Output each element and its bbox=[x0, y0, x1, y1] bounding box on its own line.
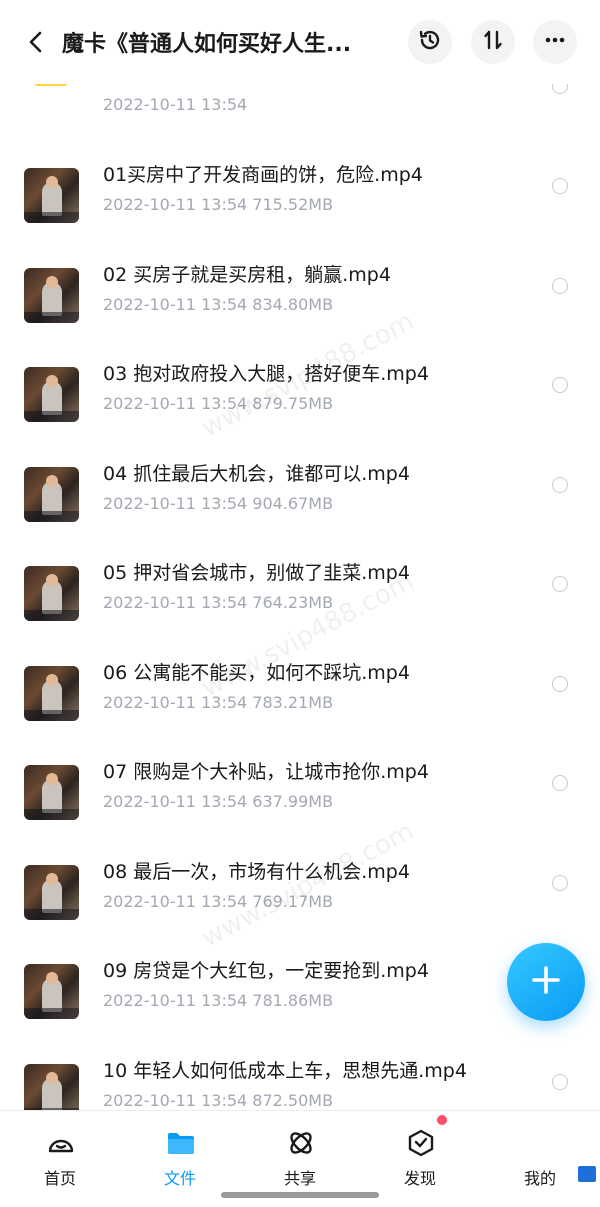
video-thumbnail bbox=[24, 765, 79, 820]
home-indicator[interactable] bbox=[221, 1192, 379, 1198]
file-meta: 2022-10-11 13:54 637.99MB bbox=[103, 792, 334, 811]
chevron-left-icon[interactable] bbox=[22, 28, 50, 56]
tab-share[interactable]: 共享 bbox=[255, 1125, 345, 1188]
select-radio[interactable] bbox=[552, 1074, 568, 1090]
file-meta: 2022-10-11 13:54 781.86MB bbox=[103, 991, 334, 1010]
tab-label: 共享 bbox=[283, 1169, 316, 1188]
file-list: 2022-10-11 13:54 01买房中了开发商画的饼，危险.mp4 202… bbox=[0, 0, 600, 1110]
home-icon bbox=[45, 1127, 77, 1159]
select-radio[interactable] bbox=[552, 377, 568, 393]
tab-label: 首页 bbox=[43, 1169, 76, 1188]
file-name: 01买房中了开发商画的饼，危险.mp4 bbox=[103, 164, 423, 186]
history-icon bbox=[417, 27, 443, 57]
file-name: 10 年轻人如何低成本上车，思想先通.mp4 bbox=[103, 1060, 467, 1082]
file-meta: 2022-10-11 13:54 715.52MB bbox=[103, 195, 334, 214]
page-title: 魔卡《普通人如何买好人生... bbox=[62, 32, 352, 57]
share-icon bbox=[285, 1127, 317, 1159]
file-name: 09 房贷是个大红包，一定要抢到.mp4 bbox=[103, 960, 429, 982]
video-thumbnail bbox=[24, 268, 79, 323]
select-radio[interactable] bbox=[552, 676, 568, 692]
select-radio[interactable] bbox=[552, 477, 568, 493]
list-item[interactable]: 04 抓住最后大机会，谁都可以.mp4 2022-10-11 13:54 904… bbox=[0, 457, 600, 557]
video-thumbnail bbox=[24, 467, 79, 522]
video-thumbnail bbox=[24, 367, 79, 422]
video-thumbnail bbox=[24, 666, 79, 721]
list-item[interactable]: 06 公寓能不能买，如何不踩坑.mp4 2022-10-11 13:54 783… bbox=[0, 656, 600, 756]
more-icon bbox=[542, 27, 568, 57]
select-radio[interactable] bbox=[552, 278, 568, 294]
add-button[interactable] bbox=[507, 943, 585, 1021]
select-radio[interactable] bbox=[552, 576, 568, 592]
more-button[interactable] bbox=[533, 20, 577, 64]
top-bar: 魔卡《普通人如何买好人生... bbox=[0, 0, 600, 84]
select-radio[interactable] bbox=[552, 875, 568, 891]
tab-files[interactable]: 文件 bbox=[135, 1125, 225, 1188]
list-item[interactable]: 07 限购是个大补贴，让城市抢你.mp4 2022-10-11 13:54 63… bbox=[0, 755, 600, 855]
folder-icon bbox=[165, 1127, 197, 1159]
video-thumbnail bbox=[24, 1064, 79, 1110]
file-name: 02 买房子就是买房租，躺赢.mp4 bbox=[103, 264, 391, 286]
history-button[interactable] bbox=[408, 20, 452, 64]
file-meta: 2022-10-11 13:54 764.23MB bbox=[103, 593, 334, 612]
video-thumbnail bbox=[24, 566, 79, 621]
badge-icon bbox=[578, 1166, 596, 1182]
video-thumbnail bbox=[24, 964, 79, 1019]
list-item[interactable]: 10 年轻人如何低成本上车，思想先通.mp4 2022-10-11 13:54 … bbox=[0, 1054, 600, 1110]
tab-profile[interactable]: 我的 bbox=[495, 1125, 585, 1188]
tab-label: 文件 bbox=[163, 1169, 196, 1188]
video-thumbnail bbox=[24, 865, 79, 920]
tab-discover[interactable]: 发现 bbox=[375, 1125, 465, 1188]
file-meta: 2022-10-11 13:54 904.67MB bbox=[103, 494, 334, 513]
list-item[interactable]: 01买房中了开发商画的饼，危险.mp4 2022-10-11 13:54 715… bbox=[0, 158, 600, 258]
sort-icon bbox=[480, 27, 506, 57]
file-name: 04 抓住最后大机会，谁都可以.mp4 bbox=[103, 463, 410, 485]
tab-label: 发现 bbox=[403, 1169, 436, 1188]
sort-button[interactable] bbox=[471, 20, 515, 64]
video-thumbnail bbox=[24, 168, 79, 223]
file-name: 05 押对省会城市，别做了韭菜.mp4 bbox=[103, 562, 410, 584]
profile-icon bbox=[525, 1127, 557, 1159]
list-item[interactable]: 02 买房子就是买房租，躺赢.mp4 2022-10-11 13:54 834.… bbox=[0, 258, 600, 358]
plus-icon bbox=[529, 963, 563, 1001]
select-radio[interactable] bbox=[552, 178, 568, 194]
notification-badge bbox=[437, 1115, 447, 1125]
select-radio[interactable] bbox=[552, 775, 568, 791]
discover-icon bbox=[405, 1127, 437, 1159]
file-meta: 2022-10-11 13:54 872.50MB bbox=[103, 1091, 334, 1110]
tab-home[interactable]: 首页 bbox=[15, 1125, 105, 1188]
tab-label: 我的 bbox=[523, 1169, 556, 1188]
file-meta: 2022-10-11 13:54 834.80MB bbox=[103, 295, 334, 314]
file-meta: 2022-10-11 13:54 bbox=[103, 95, 248, 114]
file-name: 07 限购是个大补贴，让城市抢你.mp4 bbox=[103, 761, 429, 783]
